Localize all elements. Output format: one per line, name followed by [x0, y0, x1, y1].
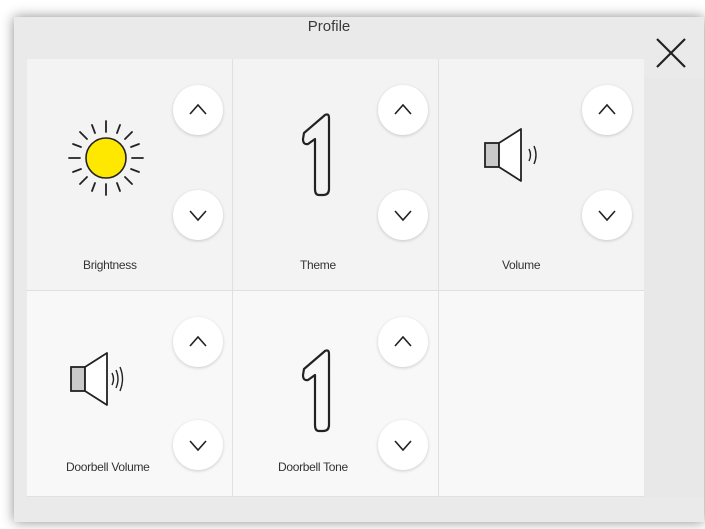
- volume-down-button[interactable]: [582, 190, 632, 240]
- doorbell-volume-up-button[interactable]: [173, 317, 223, 367]
- theme-down-button[interactable]: [378, 190, 428, 240]
- close-button[interactable]: [651, 33, 691, 73]
- page-title: Profile: [307, 18, 351, 35]
- chevron-up-icon: [394, 335, 412, 347]
- sun-icon: [68, 120, 144, 196]
- chevron-down-icon: [189, 210, 207, 222]
- settings-grid: Brightness Theme Volume Doorbell Volume …: [27, 59, 644, 497]
- tile-label: Brightness: [83, 258, 137, 272]
- chevron-up-icon: [394, 103, 412, 115]
- close-icon: [656, 38, 686, 68]
- tile-empty: [439, 291, 644, 497]
- speaker-icon: [70, 352, 124, 406]
- brightness-up-button[interactable]: [173, 85, 223, 135]
- tile-label: Theme: [300, 258, 336, 272]
- title-bar: Profile: [14, 13, 644, 43]
- chevron-down-icon: [394, 440, 412, 452]
- tile-theme: Theme: [233, 59, 439, 291]
- tile-brightness: Brightness: [27, 59, 233, 291]
- speaker-icon: [484, 128, 537, 182]
- chevron-down-icon: [394, 210, 412, 222]
- chevron-down-icon: [189, 440, 207, 452]
- volume-up-button[interactable]: [582, 85, 632, 135]
- tile-label: Doorbell Tone: [278, 460, 348, 474]
- chevron-down-icon: [598, 210, 616, 222]
- tile-volume: Volume: [439, 59, 644, 291]
- number-one-icon: [301, 349, 331, 433]
- brightness-down-button[interactable]: [173, 190, 223, 240]
- side-panel: [644, 78, 704, 498]
- number-one-icon: [301, 113, 331, 197]
- chevron-up-icon: [189, 335, 207, 347]
- tile-label: Volume: [502, 258, 541, 272]
- doorbell-tone-up-button[interactable]: [378, 317, 428, 367]
- chevron-up-icon: [598, 103, 616, 115]
- tile-label: Doorbell Volume: [66, 460, 150, 474]
- tile-doorbell-tone: Doorbell Tone: [233, 291, 439, 497]
- doorbell-tone-down-button[interactable]: [378, 420, 428, 470]
- tile-doorbell-volume: Doorbell Volume: [27, 291, 233, 497]
- doorbell-volume-down-button[interactable]: [173, 420, 223, 470]
- theme-up-button[interactable]: [378, 85, 428, 135]
- chevron-up-icon: [189, 103, 207, 115]
